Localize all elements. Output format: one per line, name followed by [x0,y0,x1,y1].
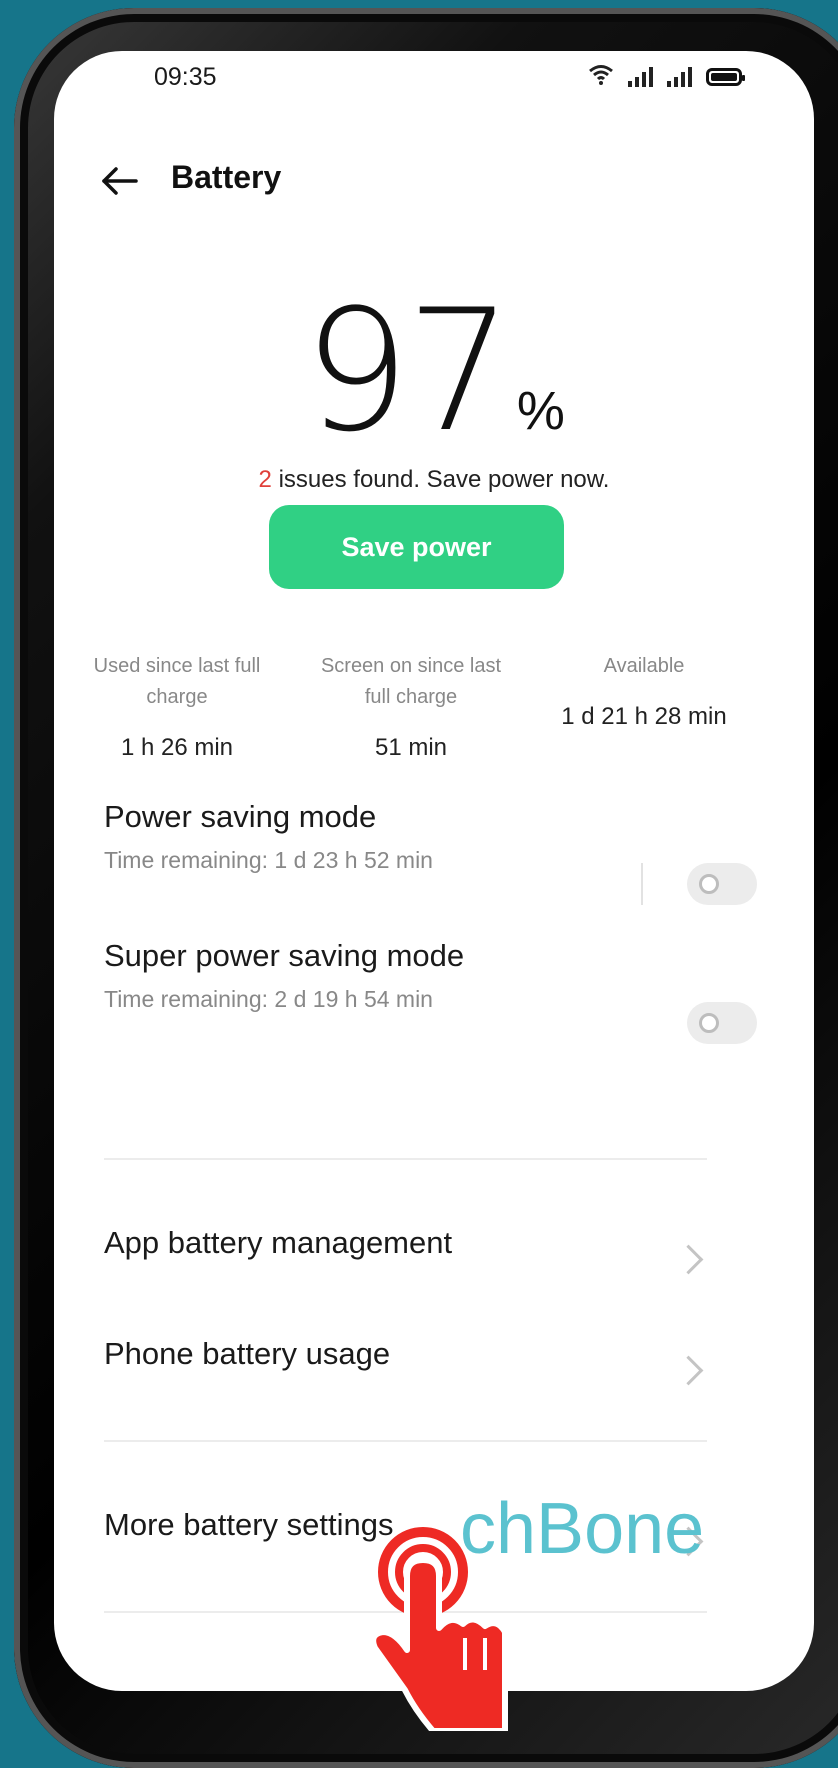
stat-label: Available [529,651,759,682]
super-power-saving-mode-subtitle: Time remaining: 2 d 19 h 54 min [104,986,433,1012]
power-saving-mode-subtitle: Time remaining: 1 d 23 h 52 min [104,847,433,873]
wifi-icon [588,63,614,90]
stat-label-line2: full charge [364,686,458,708]
vertical-divider [641,863,643,905]
menu-item-label: Phone battery usage [104,1336,391,1371]
super-power-saving-mode-toggle[interactable] [687,1002,757,1044]
menu-item-label: App battery management [104,1225,453,1260]
issues-message: 2 issues found. Save power now. [54,466,814,494]
phone-screen: 09:35 Battery 97% 2 issues found. Save p… [54,51,814,1691]
super-power-saving-mode-title: Super power saving mode [104,938,465,973]
stat-value: 1 h 26 min [120,734,234,761]
save-power-button[interactable]: Save power [269,505,564,589]
power-saving-mode-toggle[interactable] [687,863,757,905]
stat-value: 51 min [374,734,448,761]
issues-count: 2 [258,466,272,493]
chevron-right-icon [673,1244,704,1275]
battery-percent: 97% [54,273,814,469]
chevron-right-icon [673,1355,704,1386]
percent-sign: % [516,381,565,441]
stat-label: Screen on since last full charge [296,651,526,713]
back-arrow-icon [92,167,152,215]
signal-icon-2 [667,66,692,87]
status-bar: 09:35 [54,51,814,111]
stat-label-line1: Available [603,655,685,677]
status-icons [588,63,745,90]
page-title: Battery [171,159,282,195]
stat-used-since-charge: Used since last full charge 1 h 26 min [62,651,292,762]
stat-available: Available 1 d 21 h 28 min [529,651,759,731]
signal-icon [628,66,653,87]
power-saving-mode-title: Power saving mode [104,799,377,834]
stat-label: Used since last full charge [62,651,292,713]
issues-text: issues found. Save power now. [271,466,610,493]
back-button[interactable] [92,151,152,211]
menu-item-label: More battery settings [104,1507,394,1542]
stat-label-line1: Used since last full [93,655,261,677]
stat-screen-on: Screen on since last full charge 51 min [296,651,526,762]
stat-value: 1 d 21 h 28 min [561,703,727,730]
tap-hand-icon [355,1510,515,1734]
stat-label-line1: Screen on since last [320,655,502,677]
battery-icon [706,67,745,86]
stat-label-line2: charge [146,686,208,708]
battery-percent-value: 97 [303,273,513,469]
divider [104,1440,707,1442]
status-time: 09:35 [154,63,217,91]
divider [104,1158,707,1160]
